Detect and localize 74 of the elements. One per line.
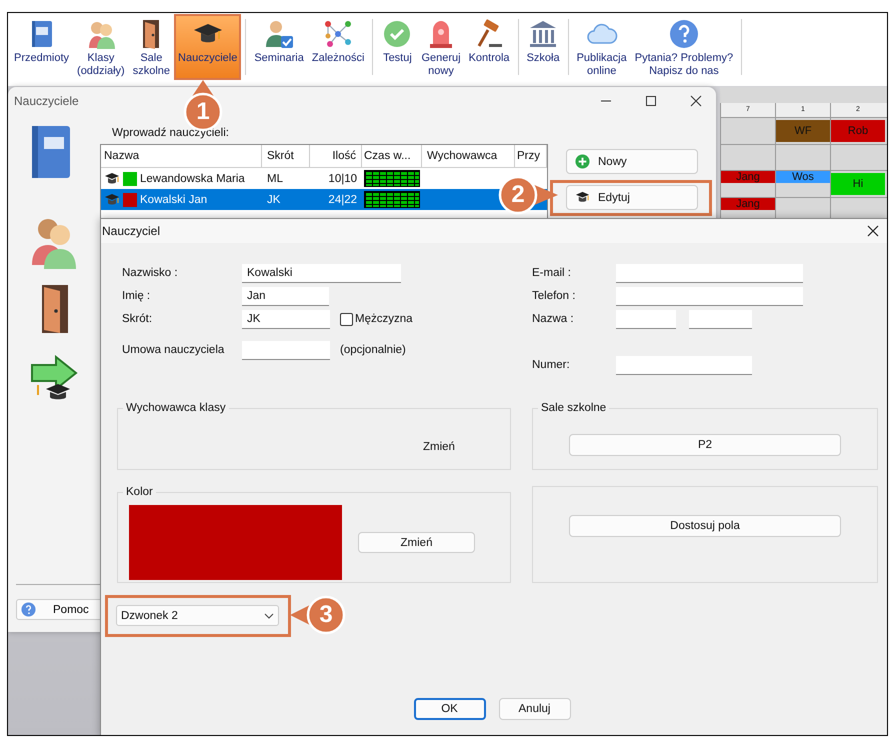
toolbar-button[interactable]: Kontrola	[464, 14, 514, 80]
column-header[interactable]: Wychowawca	[422, 145, 515, 167]
table-cell-text: 10|10	[327, 172, 358, 184]
toolbar-button[interactable]: Zależności	[308, 14, 368, 80]
time-grid-drawing	[364, 170, 420, 187]
table-cell-text: ML	[266, 172, 284, 184]
dialog-button[interactable]: OK	[414, 698, 486, 720]
room-button[interactable]: P2	[569, 434, 841, 456]
column-header[interactable]: Ilość	[310, 145, 362, 167]
input-field[interactable]	[689, 310, 752, 328]
field-label: Telefon :	[532, 290, 576, 302]
customize-fields-button[interactable]: Dostosuj pola	[569, 514, 841, 536]
column-header[interactable]: Skrót	[262, 145, 310, 167]
person-check-icon	[263, 18, 296, 50]
field-label: Numer:	[532, 359, 571, 371]
maximize-icon[interactable]	[645, 95, 657, 107]
input-field[interactable]: Kowalski	[242, 264, 401, 282]
checkbox-label: Mężczyzna	[355, 313, 413, 325]
close-icon[interactable]	[867, 225, 879, 237]
change-button[interactable]: Zmień	[423, 440, 455, 452]
teacher-name: Kowalski Jan	[140, 194, 208, 206]
toolbar-button[interactable]: Pytania? Problemy? Napisz do nas	[630, 14, 738, 80]
close-icon[interactable]	[690, 95, 702, 107]
time-grid-drawing	[364, 191, 420, 208]
toolbar-button[interactable]: Sale szkolne	[128, 14, 174, 80]
field-label: Umowa nauczyciela	[121, 344, 226, 356]
toolbar-button[interactable]: Klasy (oddziały)	[73, 14, 129, 80]
window-button[interactable]: Edytuj	[566, 185, 698, 210]
bell-dropdown[interactable]: Dzwonek 2	[116, 605, 279, 626]
toolbar-button[interactable]: Testuj	[377, 14, 418, 80]
dialog-button[interactable]: Anuluj	[498, 698, 570, 720]
help-icon	[21, 602, 36, 617]
mortarboard-icon	[104, 172, 120, 186]
input-field[interactable]: JK	[242, 310, 330, 328]
hint-text: (opcjonalnie)	[340, 344, 406, 356]
window-title: Nauczyciele	[14, 94, 79, 108]
toolbar-button[interactable]: Przedmioty	[10, 14, 74, 80]
input-field[interactable]	[616, 310, 676, 328]
help-icon	[668, 18, 700, 50]
input-field[interactable]	[242, 340, 330, 360]
input-field[interactable]	[616, 356, 752, 374]
arrow-icon[interactable]	[30, 355, 78, 401]
toolbar-button[interactable]: Publikacja online	[572, 14, 631, 80]
book-icon[interactable]	[31, 125, 71, 179]
lesson-block[interactable]: Hi	[831, 173, 885, 195]
input-field[interactable]	[616, 286, 803, 306]
group-title: Sale szkolne	[540, 402, 608, 414]
input-field[interactable]: Jan	[242, 286, 329, 306]
group-title: Kolor	[125, 486, 154, 498]
field-label: E-mail :	[532, 267, 572, 279]
change-button[interactable]: Zmień	[358, 532, 475, 553]
field-label: Imię :	[121, 290, 152, 302]
lesson-block[interactable]: Wos	[776, 171, 830, 183]
teacher-name: Lewandowska Maria	[140, 172, 245, 184]
chevron-down-icon	[264, 612, 274, 618]
column-header[interactable]: Czas w...	[362, 145, 422, 167]
toolbar-button[interactable]: Szkoła	[522, 14, 564, 80]
input-field[interactable]	[616, 264, 803, 282]
dialog-title: Nauczyciel	[102, 224, 160, 238]
field-label: Skrót:	[121, 313, 154, 325]
table-cell-text: 24|22	[327, 194, 358, 206]
column-header[interactable]: Nazwa	[101, 145, 262, 167]
toolbar-button[interactable]: Nauczyciele	[174, 14, 242, 80]
checkbox[interactable]	[340, 312, 353, 326]
group-title: Wychowawca klasy	[125, 402, 227, 414]
column-header[interactable]: Przy	[515, 145, 547, 167]
plus-icon	[575, 154, 590, 169]
field-label: Nazwisko :	[121, 267, 179, 279]
table-cell-text: JK	[266, 194, 282, 206]
mortarboard-icon	[104, 192, 120, 206]
window-button[interactable]: Nowy	[566, 149, 698, 174]
toolbar-button[interactable]: Generuj nowy	[417, 14, 465, 80]
field-label: Nazwa :	[532, 313, 575, 325]
toolbar-button[interactable]: Seminaria	[250, 14, 308, 80]
